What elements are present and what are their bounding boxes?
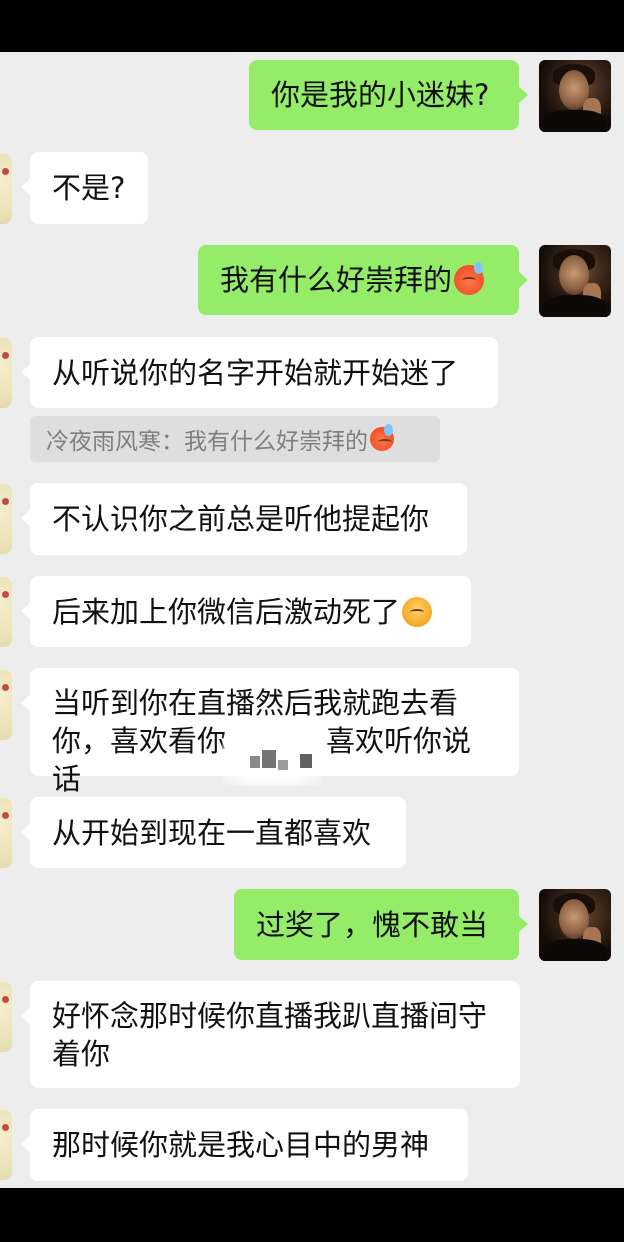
top-black-bar (0, 0, 624, 52)
message-text: 从开始到现在一直都喜欢 (52, 815, 372, 850)
contact-avatar[interactable] (0, 338, 12, 408)
my-avatar[interactable] (539, 60, 611, 132)
contact-avatar[interactable] (0, 484, 12, 554)
message-text: 我有什么好崇拜的 (220, 263, 453, 297)
message-text: 后来加上你微信后激动死了 (52, 594, 401, 629)
message-text: 不认识你之前总是听他提起你 (52, 502, 430, 536)
message-bubble-incoming[interactable]: 从听说你的名字开始就开始迷了 (21, 337, 498, 408)
contact-avatar[interactable] (0, 1110, 12, 1180)
message-bubble-incoming[interactable]: 不认识你之前总是听他提起你 (21, 483, 467, 555)
message-bubble-incoming[interactable]: 不是? (21, 152, 148, 224)
contact-avatar[interactable] (0, 577, 12, 647)
message-text: 不是? (52, 171, 126, 205)
message-text-line: 好怀念那时候你直播我趴直播间守 (52, 999, 488, 1033)
message-text: 过奖了，愧不敢当 (256, 907, 489, 942)
cold-sweat-emoji-icon (454, 262, 485, 295)
privacy-blur-mosaic (222, 734, 322, 786)
my-avatar[interactable] (539, 889, 611, 961)
message-bubble-incoming[interactable]: 后来加上你微信后激动死了 (21, 576, 471, 647)
contact-avatar[interactable] (0, 670, 12, 740)
message-bubble-incoming[interactable]: 从开始到现在一直都喜欢 (21, 797, 406, 868)
message-bubble-outgoing[interactable]: 你是我的小迷妹? (249, 60, 528, 130)
message-text: 从听说你的名字开始就开始迷了 (52, 355, 459, 390)
message-text-line: 着你 (52, 1037, 111, 1071)
contact-avatar[interactable] (0, 154, 12, 224)
message-bubble-incoming[interactable]: 好怀念那时候你直播我趴直播间守 着你 (21, 981, 520, 1088)
quoted-text: 冷夜雨风寒：我有什么好崇拜的 (46, 429, 368, 455)
message-bubble-incoming[interactable]: 那时候你就是我心目中的男神 (21, 1109, 468, 1181)
contact-avatar[interactable] (0, 982, 12, 1052)
quoted-message[interactable]: 冷夜雨风寒：我有什么好崇拜的 (30, 416, 440, 462)
cold-sweat-emoji-icon (370, 424, 394, 451)
blush-emoji-icon (402, 596, 433, 627)
message-bubble-outgoing[interactable]: 过奖了，愧不敢当 (234, 889, 528, 960)
bottom-black-bar (0, 1188, 624, 1242)
message-text: 你是我的小迷妹? (271, 78, 490, 112)
message-text-line: 当听到你在直播然后我就跑去看 (52, 686, 459, 720)
chat-area[interactable]: 你是我的小迷妹? 不是? 我有什么好崇拜的 从听说你的名字开始就开始迷了 冷夜雨… (0, 52, 624, 1188)
my-avatar[interactable] (539, 245, 611, 317)
message-bubble-outgoing[interactable]: 我有什么好崇拜的 (198, 245, 528, 315)
contact-avatar[interactable] (0, 798, 12, 868)
message-text: 那时候你就是我心目中的男神 (52, 1128, 430, 1162)
